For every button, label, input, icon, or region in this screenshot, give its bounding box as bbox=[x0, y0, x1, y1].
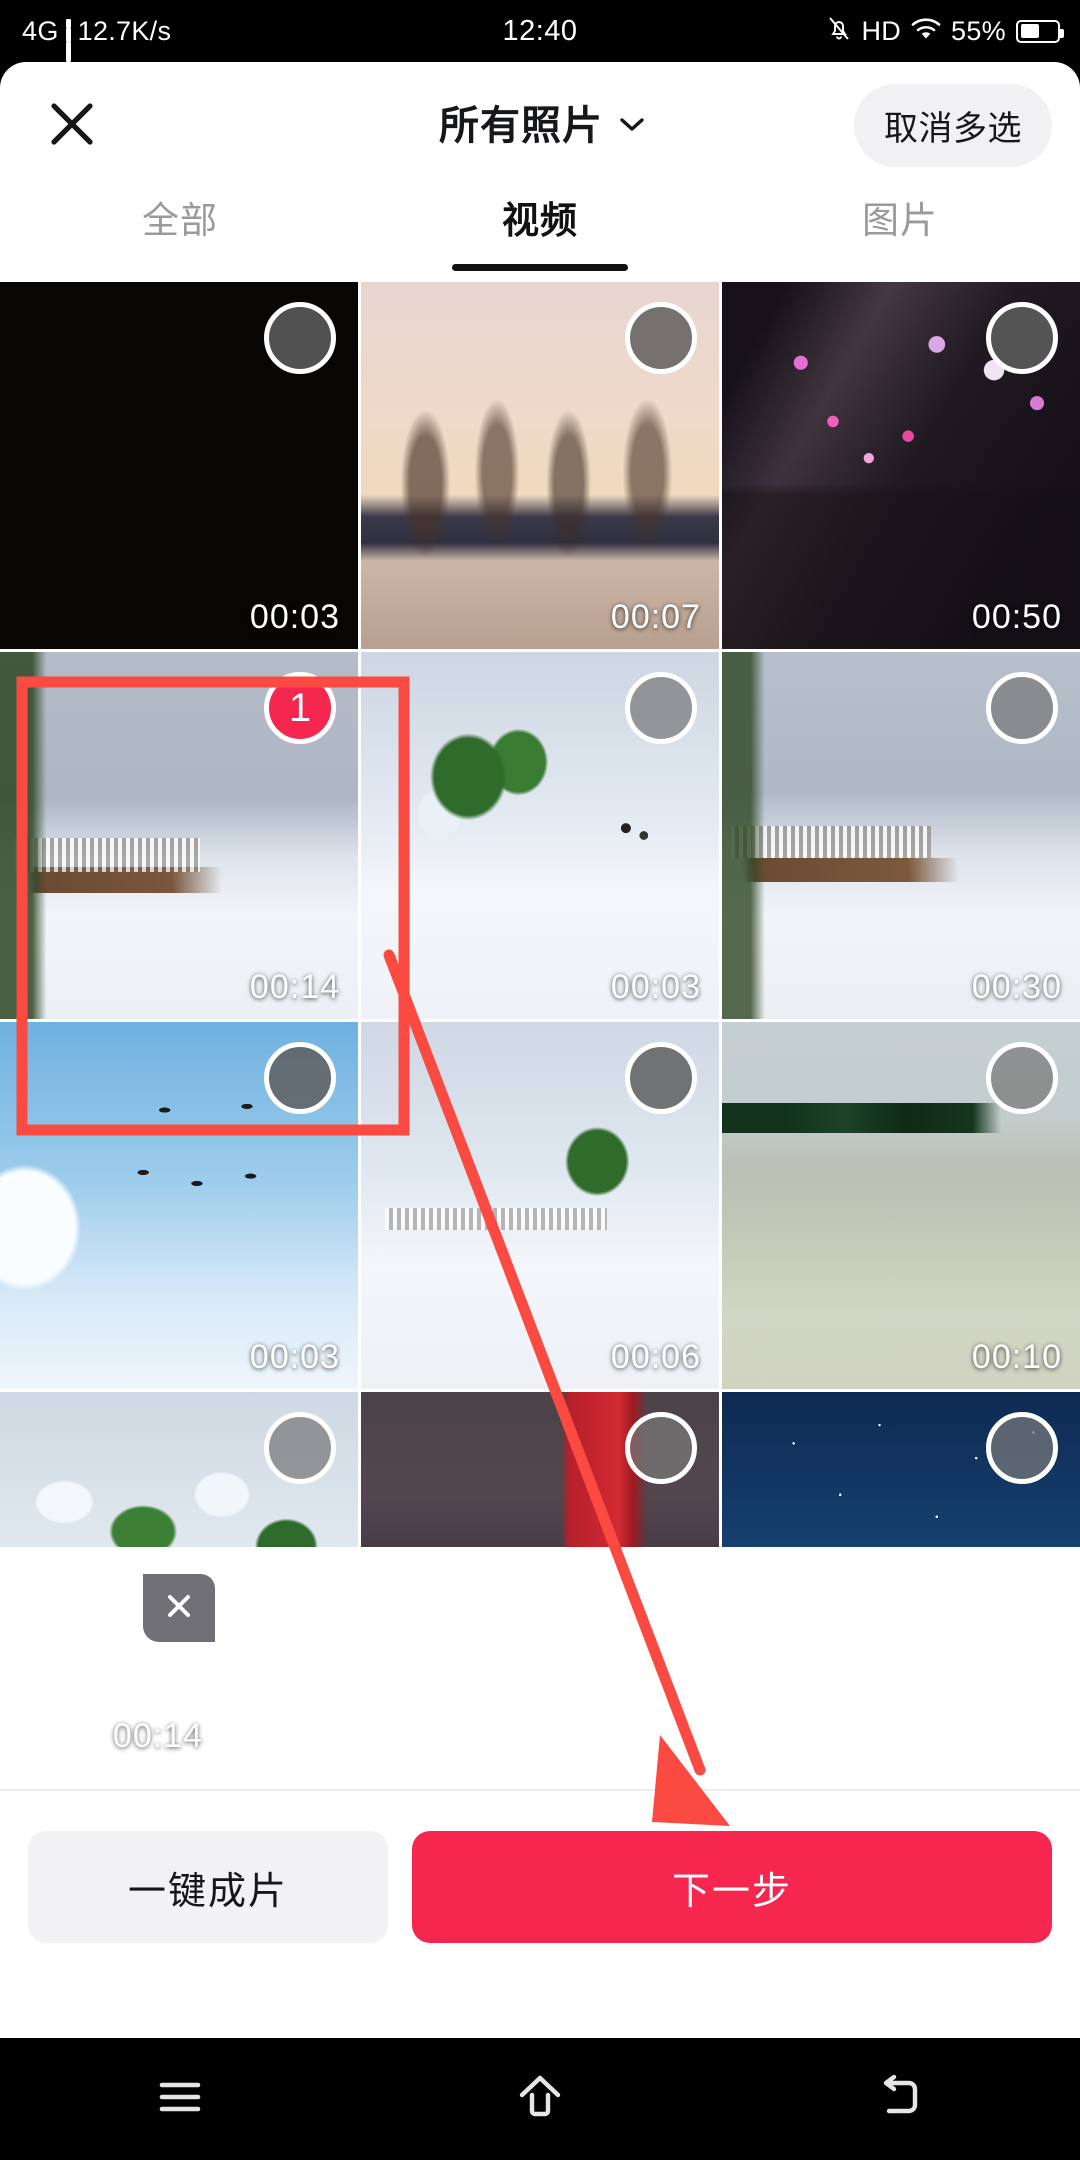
media-duration: 00:03 bbox=[249, 1338, 340, 1376]
one-click-movie-button[interactable]: 一键成片 bbox=[28, 1831, 388, 1943]
chevron-down-icon bbox=[619, 116, 644, 131]
recents-icon bbox=[154, 2077, 206, 2122]
remove-selected-button[interactable] bbox=[143, 1574, 215, 1642]
tab-all[interactable]: 全部 bbox=[0, 182, 360, 282]
selection-circle[interactable] bbox=[264, 1412, 336, 1484]
status-bar-right: HD 55% bbox=[827, 15, 1064, 47]
media-cell[interactable]: 00:03 bbox=[361, 652, 719, 1019]
tab-video-label: 视频 bbox=[502, 200, 578, 241]
media-cell[interactable]: 00:50 bbox=[722, 282, 1080, 649]
back-button[interactable] bbox=[845, 2064, 955, 2134]
album-title: 所有照片 bbox=[439, 104, 603, 148]
next-step-button[interactable]: 下一步 bbox=[412, 1831, 1052, 1943]
status-bar: 4G 12.7K/s 12:40 HD 55% bbox=[0, 0, 1080, 85]
media-duration: 00:06 bbox=[610, 1338, 701, 1376]
close-icon bbox=[162, 1589, 196, 1628]
bottom-actions: 一键成片 下一步 bbox=[0, 1791, 1080, 1983]
media-duration: 00:03 bbox=[249, 598, 340, 636]
selection-circle[interactable] bbox=[625, 302, 697, 374]
android-nav-bar bbox=[0, 2038, 1080, 2160]
media-cell[interactable]: 00:10 bbox=[722, 1022, 1080, 1389]
media-cell[interactable]: 00:06 bbox=[361, 1022, 719, 1389]
bell-mute-icon bbox=[827, 15, 851, 47]
selection-circle[interactable] bbox=[986, 1412, 1058, 1484]
media-cell[interactable]: 00:07 bbox=[361, 282, 719, 649]
tab-image-label: 图片 bbox=[862, 200, 938, 241]
selection-circle[interactable] bbox=[986, 672, 1058, 744]
media-cell[interactable]: 00:03 bbox=[0, 282, 358, 649]
media-duration: 00:07 bbox=[610, 598, 701, 636]
home-icon bbox=[515, 2073, 565, 2126]
tab-image[interactable]: 图片 bbox=[720, 182, 1080, 282]
selection-circle[interactable] bbox=[986, 1042, 1058, 1114]
selection-circle[interactable] bbox=[625, 1412, 697, 1484]
media-cell[interactable]: 00:30 bbox=[722, 652, 1080, 1019]
phone-screen: 4G 12.7K/s 12:40 HD 55% 所有照片 取消多选 全部 视频 … bbox=[0, 0, 1080, 2160]
media-type-tabs: 全部 视频 图片 bbox=[0, 182, 1080, 282]
selection-badge-selected[interactable]: 1 bbox=[264, 672, 336, 744]
selection-circle[interactable] bbox=[264, 1042, 336, 1114]
media-duration: 00:10 bbox=[971, 1338, 1062, 1376]
selected-tray-duration: 00:14 bbox=[112, 1717, 203, 1755]
media-cell[interactable] bbox=[722, 1392, 1080, 1547]
back-icon bbox=[875, 2074, 925, 2124]
tab-active-underline bbox=[452, 264, 628, 271]
tab-all-label: 全部 bbox=[142, 200, 218, 241]
media-cell[interactable] bbox=[361, 1392, 719, 1547]
tab-video[interactable]: 视频 bbox=[360, 182, 720, 282]
selection-circle[interactable] bbox=[264, 302, 336, 374]
selection-circle[interactable] bbox=[986, 302, 1058, 374]
home-button[interactable] bbox=[485, 2064, 595, 2134]
media-cell[interactable]: 00:03 bbox=[0, 1022, 358, 1389]
picker-header: 所有照片 取消多选 bbox=[0, 62, 1080, 182]
wifi-icon bbox=[911, 17, 941, 46]
media-duration: 00:03 bbox=[610, 968, 701, 1006]
cancel-multiselect-button[interactable]: 取消多选 bbox=[854, 84, 1052, 167]
media-duration: 00:50 bbox=[971, 598, 1062, 636]
picker-sheet: 所有照片 取消多选 全部 视频 图片 00:03 00:07 00:50 1 00:14… bbox=[0, 62, 1080, 2038]
selected-tray: 00:14 bbox=[0, 1547, 1080, 1791]
battery-icon bbox=[1016, 19, 1064, 43]
clock-label: 12:40 bbox=[502, 14, 578, 47]
battery-percent-label: 55% bbox=[951, 15, 1006, 46]
selection-circle[interactable] bbox=[625, 1042, 697, 1114]
selection-circle[interactable] bbox=[625, 672, 697, 744]
media-grid: 00:03 00:07 00:50 1 00:14 00:03 00:30 00:03 00:0… bbox=[0, 282, 1080, 1547]
media-cell[interactable] bbox=[0, 1392, 358, 1547]
media-cell[interactable]: 1 00:14 bbox=[0, 652, 358, 1019]
recents-button[interactable] bbox=[125, 2064, 235, 2134]
selected-tray-item[interactable]: 00:14 bbox=[25, 1574, 215, 1764]
media-duration: 00:14 bbox=[249, 968, 340, 1006]
media-duration: 00:30 bbox=[971, 968, 1062, 1006]
hd-label: HD bbox=[861, 15, 902, 46]
